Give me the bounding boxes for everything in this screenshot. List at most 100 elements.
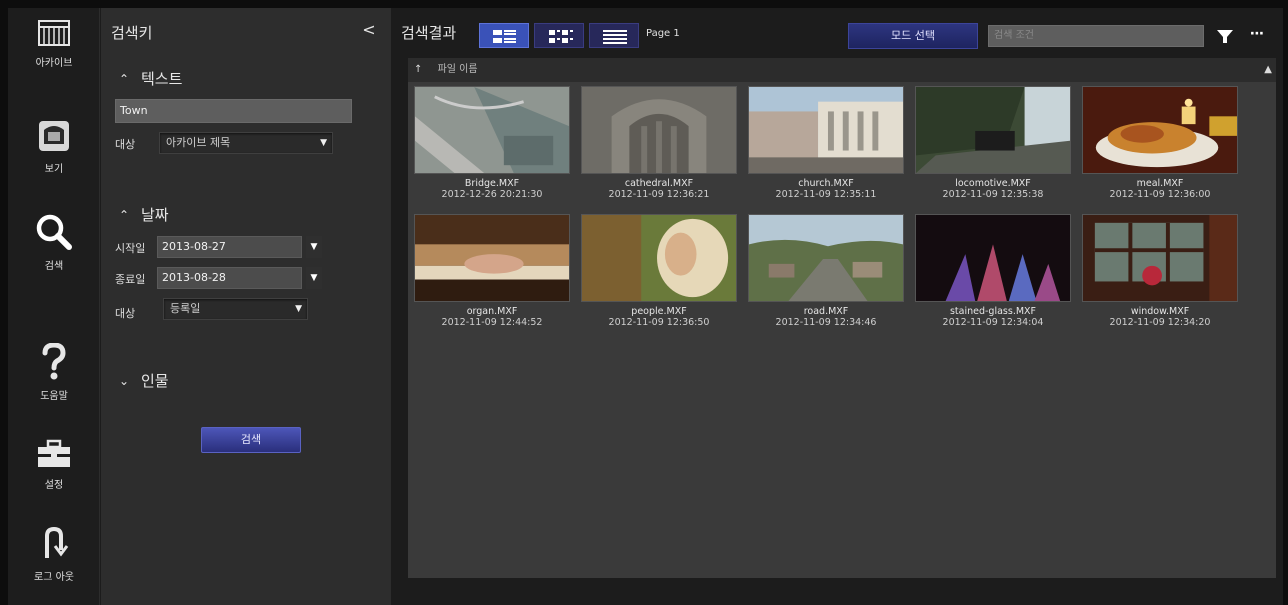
search-keys-panel: 검색키 < ⌃ 텍스트 Town 대상 아카이브 제목 ▼ ⌃ 날짜 시작일 2… (101, 8, 391, 605)
collapse-up-icon[interactable]: ▲ (1264, 58, 1272, 82)
dropdown-arrow-icon: ▼ (320, 138, 327, 148)
sort-arrow-icon[interactable]: ↑ (414, 64, 422, 75)
thumbnail-bridge (414, 86, 570, 174)
result-tile[interactable]: church.MXF 2012-11-09 12:35:11 (748, 86, 904, 200)
text-target-select[interactable]: 아카이브 제목 ▼ (159, 132, 333, 154)
logout-icon (45, 526, 69, 558)
end-date-field[interactable]: 2013-08-28 (157, 267, 302, 289)
tile-caption: window.MXF 2012-11-09 12:34:20 (1082, 306, 1238, 328)
thumbnail-church (748, 86, 904, 174)
file-date: 2012-11-09 12:36:50 (608, 317, 710, 328)
file-date: 2012-11-09 12:34:20 (1109, 317, 1211, 328)
chevron-up-icon: ⌃ (119, 71, 130, 86)
file-name: locomotive.MXF (955, 178, 1031, 189)
result-tile[interactable]: cathedral.MXF 2012-11-09 12:36:21 (581, 86, 737, 200)
nav-search[interactable]: 검색 (8, 213, 100, 272)
dropdown-arrow-icon: ▼ (310, 273, 318, 283)
tile-caption: stained-glass.MXF 2012-11-09 12:34:04 (915, 306, 1071, 328)
result-tile[interactable]: stained-glass.MXF 2012-11-09 12:34:04 (915, 214, 1071, 328)
file-name: road.MXF (803, 306, 849, 317)
result-tile[interactable]: organ.MXF 2012-11-09 12:44:52 (414, 214, 570, 328)
end-date-label: 종료일 (115, 273, 146, 286)
result-tile[interactable]: meal.MXF 2012-11-09 12:36:00 (1082, 86, 1238, 200)
dropdown-arrow-icon: ▼ (295, 304, 302, 314)
results-panel: 검색결과 Page 1 모드 선택 검색 조건 ⋯ ↑ 파일 이름 ▲ Brid… (391, 8, 1283, 605)
date-section-header[interactable]: ⌃ 날짜 (119, 204, 169, 225)
result-tile[interactable]: Bridge.MXF 2012-12-26 20:21:30 (414, 86, 570, 200)
collapse-panel-button[interactable]: < (359, 20, 379, 40)
nav-archive-label: 아카이브 (35, 58, 73, 69)
chevron-down-icon: ⌄ (119, 373, 130, 388)
view-icon (39, 121, 69, 151)
date-target-value: 등록일 (170, 302, 201, 315)
text-section-header[interactable]: ⌃ 텍스트 (119, 68, 182, 89)
archive-icon (38, 20, 70, 46)
file-date: 2012-11-09 12:36:21 (608, 189, 710, 200)
text-section-title: 텍스트 (141, 70, 183, 88)
search-keys-title: 검색키 (111, 24, 153, 42)
view-large-thumbnails-button[interactable] (479, 23, 529, 48)
end-date-dropdown[interactable]: ▼ (306, 267, 322, 289)
results-title: 검색결과 (401, 24, 457, 42)
nav-view-label: 보기 (44, 164, 64, 175)
filter-button[interactable] (1213, 25, 1237, 47)
thumbnail-cathedral (581, 86, 737, 174)
text-target-label: 대상 (115, 138, 136, 151)
thumbnail-locomotive (915, 86, 1071, 174)
results-grid: ↑ 파일 이름 ▲ Bridge.MXF 2012-12-26 20:21:30 (408, 58, 1276, 578)
start-date-field[interactable]: 2013-08-27 (157, 236, 302, 258)
chevron-up-icon: ⌃ (119, 207, 130, 222)
file-name: stained-glass.MXF (949, 306, 1037, 317)
text-search-input[interactable]: Town (115, 99, 352, 123)
mode-select-button[interactable]: 모드 선택 (848, 23, 978, 49)
nav-settings[interactable]: 설정 (8, 438, 100, 491)
nav-search-label: 검색 (44, 261, 64, 272)
thumbnail-stained-glass (915, 214, 1071, 302)
grid-small-icon (549, 30, 573, 43)
start-date-label: 시작일 (115, 242, 146, 255)
text-target-value: 아카이브 제목 (166, 136, 231, 149)
more-options-button[interactable]: ⋯ (1245, 25, 1269, 47)
file-date: 2012-12-26 20:21:30 (441, 189, 543, 200)
result-tile[interactable]: people.MXF 2012-11-09 12:36:50 (581, 214, 737, 328)
tile-caption: cathedral.MXF 2012-11-09 12:36:21 (581, 178, 737, 200)
file-name: church.MXF (798, 178, 854, 189)
thumbnail-road (748, 214, 904, 302)
nav-archive[interactable]: 아카이브 (8, 18, 100, 69)
file-date: 2012-11-09 12:35:38 (942, 189, 1044, 200)
help-icon (42, 343, 66, 380)
result-tile[interactable]: window.MXF 2012-11-09 12:34:20 (1082, 214, 1238, 328)
ellipsis-icon: ⋯ (1250, 26, 1264, 42)
tile-caption: church.MXF 2012-11-09 12:35:11 (748, 178, 904, 200)
nav-view[interactable]: 보기 (8, 118, 100, 175)
file-name: organ.MXF (466, 306, 518, 317)
file-name: meal.MXF (1136, 178, 1184, 189)
nav-logout[interactable]: 로그 아웃 (8, 526, 100, 583)
thumbnail-people (581, 214, 737, 302)
file-date: 2012-11-09 12:34:46 (775, 317, 877, 328)
results-search-input[interactable]: 검색 조건 (988, 25, 1204, 47)
chevron-left-icon: < (362, 20, 376, 39)
people-section-header[interactable]: ⌄ 인물 (119, 370, 169, 391)
date-target-select[interactable]: 등록일 ▼ (163, 298, 308, 320)
nav-help[interactable]: 도움말 (8, 343, 100, 402)
file-date: 2012-11-09 12:44:52 (441, 317, 543, 328)
result-tile[interactable]: locomotive.MXF 2012-11-09 12:35:38 (915, 86, 1071, 200)
nav-help-label: 도움말 (40, 391, 68, 402)
view-list-button[interactable] (589, 23, 639, 48)
toolbox-icon (38, 439, 70, 467)
dropdown-arrow-icon: ▼ (310, 242, 318, 252)
column-file-name[interactable]: 파일 이름 (438, 64, 478, 75)
nav-settings-label: 설정 (44, 480, 64, 491)
file-name: people.MXF (631, 306, 687, 317)
search-button[interactable]: 검색 (201, 427, 301, 453)
date-target-label: 대상 (115, 307, 136, 320)
view-small-thumbnails-button[interactable] (534, 23, 584, 48)
result-tile[interactable]: road.MXF 2012-11-09 12:34:46 (748, 214, 904, 328)
tile-caption: people.MXF 2012-11-09 12:36:50 (581, 306, 737, 328)
tile-caption: meal.MXF 2012-11-09 12:36:00 (1082, 178, 1238, 200)
list-icon (603, 30, 627, 44)
start-date-dropdown[interactable]: ▼ (306, 236, 322, 258)
file-date: 2012-11-09 12:34:04 (942, 317, 1044, 328)
tile-caption: locomotive.MXF 2012-11-09 12:35:38 (915, 178, 1071, 200)
